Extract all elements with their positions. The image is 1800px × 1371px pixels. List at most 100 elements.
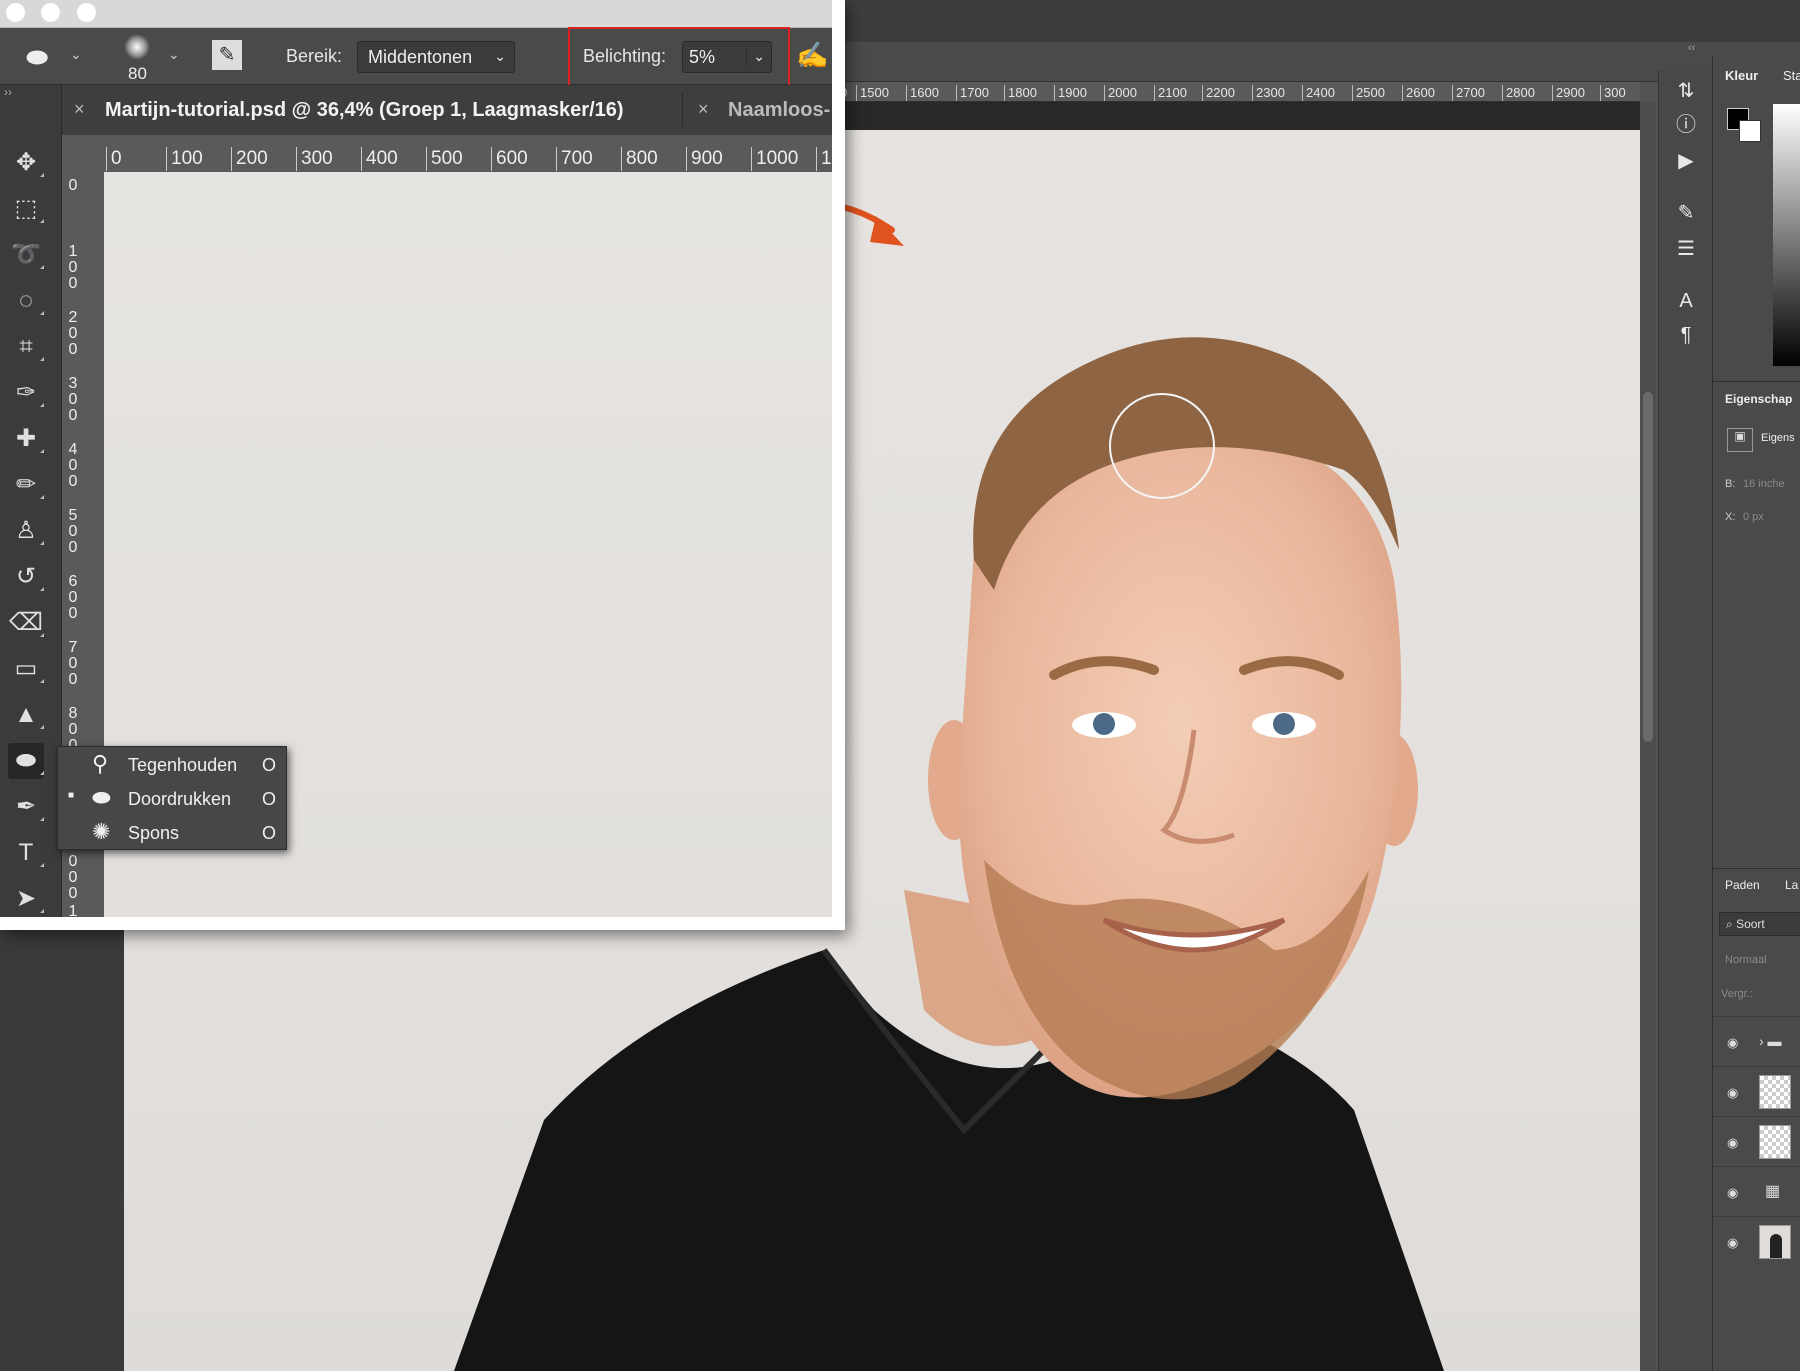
flyout-item-label: Tegenhouden <box>128 755 238 775</box>
ruler-tick-label: 700 <box>556 147 593 171</box>
ruler-tick-label: 2600 <box>1402 85 1435 101</box>
ruler-tick-label: 300 <box>1600 85 1626 101</box>
exposure-highlight-box <box>568 27 790 88</box>
dodge-tool-preset-icon[interactable]: ⬬ <box>26 42 48 74</box>
scrollbar-thumb[interactable] <box>1643 392 1653 742</box>
ruler-tick-label: 400 <box>68 441 78 490</box>
pen-tool-icon[interactable]: ✒ <box>8 789 44 825</box>
panel-collapse-button[interactable]: ‹‹ <box>1688 42 1708 54</box>
x-value[interactable]: 0 px <box>1743 511 1764 523</box>
character-icon[interactable]: A <box>1673 288 1699 314</box>
tab-active-document[interactable]: Martijn-tutorial.psd @ 36,4% (Groep 1, L… <box>105 99 624 122</box>
toolbar-background <box>0 920 124 1371</box>
crop-tool-icon[interactable]: ⌗ <box>8 329 44 365</box>
blend-mode[interactable]: Normaal <box>1725 954 1767 966</box>
history-brush-tool-icon[interactable]: ↺ <box>8 559 44 595</box>
tab-other-document[interactable]: Naamloos- <box>728 99 830 122</box>
ruler-tick-label: 0 <box>68 177 78 194</box>
panel-divider <box>1713 381 1800 382</box>
eye-icon[interactable]: ◉ <box>1727 1235 1738 1251</box>
right-panel: Kleur Sta Eigenschap ▣ Eigens B: 16 inch… <box>1712 56 1800 1371</box>
eye-icon[interactable]: ◉ <box>1727 1085 1738 1101</box>
gradient-tool-icon[interactable]: ▭ <box>8 651 44 687</box>
path-selection-tool-icon[interactable]: ➤ <box>8 881 44 917</box>
flyout-item-label: Spons <box>128 823 180 843</box>
eye-icon[interactable]: ◉ <box>1727 1135 1738 1151</box>
blur-tool-icon[interactable]: ▲ <box>8 697 44 733</box>
airbrush-icon[interactable]: ✍ <box>796 40 828 71</box>
layer-row[interactable]: ◉ › ▬ <box>1713 1016 1800 1066</box>
paragraph-icon[interactable]: ¶ <box>1673 322 1699 348</box>
minimize-window-button[interactable] <box>41 3 60 22</box>
panel-icon-strip: ⇅ ⓘ ▶ ✎ ☰ A ¶ <box>1658 70 1712 1371</box>
ruler-tick-label: 2700 <box>1452 85 1485 101</box>
chevron-down-icon[interactable]: ⌄ <box>70 46 82 63</box>
brush-panel-icon[interactable]: ✎ <box>212 40 242 70</box>
x-label: X: <box>1725 511 1736 523</box>
adjustments-icon[interactable]: ☰ <box>1673 236 1699 262</box>
flyout-item-doordrukken[interactable]: ■ ⬬ Doordrukken O <box>58 782 288 816</box>
selected-marker: ■ <box>68 790 75 801</box>
close-window-button[interactable] <box>6 3 25 22</box>
layer-row[interactable]: ◉ <box>1713 1216 1800 1266</box>
expand-toolbar-icon[interactable]: ›› <box>4 85 12 99</box>
tab-paths[interactable]: Paden <box>1725 878 1760 892</box>
ruler-tick-label: 2300 <box>1252 85 1285 101</box>
sponge-icon: ✺ <box>92 819 111 844</box>
color-spectrum[interactable] <box>1773 104 1800 366</box>
flyout-item-tegenhouden[interactable]: ⚲ Tegenhouden O <box>58 748 288 782</box>
marquee-tool-icon[interactable]: ⬚ <box>8 191 44 227</box>
layer-row[interactable]: ◉ <box>1713 1116 1800 1166</box>
type-tool-icon[interactable]: T <box>8 835 44 871</box>
quick-selection-tool-icon[interactable]: ◌ <box>8 283 44 319</box>
window-title-bar <box>0 0 832 28</box>
range-dropdown[interactable]: Midden­tonen ⌄ <box>357 41 515 73</box>
layer-filter[interactable]: ⌕ Soort <box>1719 912 1800 936</box>
close-tab-icon[interactable]: × <box>74 99 85 120</box>
ruler-tick-label: 600 <box>68 573 78 622</box>
eraser-tool-icon[interactable]: ⌫ <box>8 605 44 641</box>
info-icon[interactable]: ⓘ <box>1673 112 1699 138</box>
ruler-tick-label: 600 <box>491 147 528 171</box>
tab-swatches[interactable]: Sta <box>1783 68 1800 83</box>
brush-preview-icon[interactable] <box>124 34 150 60</box>
layer-filter-label: Soort <box>1736 917 1765 931</box>
eye-icon[interactable]: ◉ <box>1727 1035 1738 1051</box>
layer-row[interactable]: ◉ <box>1713 1066 1800 1116</box>
person-silhouette <box>1770 1234 1782 1258</box>
b-value[interactable]: 16 inche <box>1743 478 1785 490</box>
image-icon: ▣ <box>1727 428 1753 452</box>
zoom-window-button[interactable] <box>77 3 96 22</box>
document-tab-bar <box>836 102 1640 130</box>
brush-tool-icon[interactable]: ✏ <box>8 467 44 503</box>
tab-color[interactable]: Kleur <box>1725 68 1758 83</box>
healing-brush-tool-icon[interactable]: ✚ <box>8 421 44 457</box>
clone-stamp-tool-icon[interactable]: ♙ <box>8 513 44 549</box>
flyout-item-shortcut: O <box>262 823 277 843</box>
flyout-item-spons[interactable]: ✺ Spons O <box>58 816 288 850</box>
history-icon[interactable]: ⇅ <box>1673 78 1699 104</box>
ruler-tick-label: 800 <box>621 147 658 171</box>
eye-icon[interactable]: ◉ <box>1727 1185 1738 1201</box>
ruler-tick-label: 1000 <box>751 147 798 171</box>
ruler-tick-label: 1800 <box>1004 85 1037 101</box>
eyedropper-tool-icon[interactable]: ✑ <box>8 375 44 411</box>
adjustment-layer-icon: ▦ <box>1765 1183 1781 1200</box>
chevron-down-icon[interactable]: ⌄ <box>168 46 180 63</box>
ruler-tick-label: 1600 <box>906 85 939 101</box>
tab-layers[interactable]: La <box>1785 878 1798 892</box>
layer-thumbnail <box>1759 1075 1791 1109</box>
inset-horizontal-ruler: 0 100 200 300 400 500 600 700 800 900 1000 1 <box>62 135 832 172</box>
actions-icon[interactable]: ▶ <box>1673 148 1699 174</box>
brush-presets-icon[interactable]: ✎ <box>1673 200 1699 226</box>
layer-row[interactable]: ◉ ▦ <box>1713 1166 1800 1216</box>
background-color-swatch[interactable] <box>1739 120 1761 142</box>
lasso-tool-icon[interactable]: ➰ <box>8 237 44 273</box>
dodge-tool-icon[interactable]: ⬬ <box>8 743 44 779</box>
properties-subtitle: Eigens <box>1761 432 1795 444</box>
ruler-tick-label: 2500 <box>1352 85 1385 101</box>
move-tool-icon[interactable]: ✥ <box>8 145 44 181</box>
tools-panel: ›› ✥ ⬚ ➰ ◌ ⌗ ✑ ✚ ✏ ♙ ↺ ⌫ ▭ ▲ ⬬ ✒ T ➤ <box>0 85 62 917</box>
close-tab-icon[interactable]: × <box>698 99 709 120</box>
chevron-down-icon: ⌄ <box>494 48 506 64</box>
